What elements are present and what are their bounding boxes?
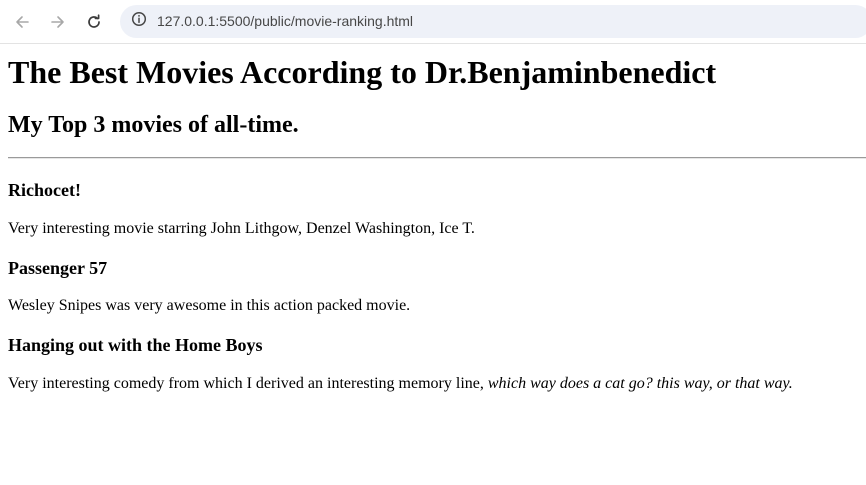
forward-button[interactable] (46, 10, 70, 34)
browser-toolbar: 127.0.0.1:5500/public/movie-ranking.html (0, 0, 866, 44)
page-title: The Best Movies According to Dr.Benjamin… (8, 54, 717, 90)
page-subtitle: My Top 3 movies of all-time. (8, 112, 299, 138)
arrow-right-icon (50, 14, 66, 30)
url-text[interactable]: 127.0.0.1:5500/public/movie-ranking.html (157, 13, 413, 30)
movie-description: Very interesting comedy from which I der… (8, 374, 793, 393)
divider (8, 157, 866, 159)
movie-description: Wesley Snipes was very awesome in this a… (8, 297, 411, 314)
back-button[interactable] (10, 10, 34, 34)
address-bar[interactable]: 127.0.0.1:5500/public/movie-ranking.html (120, 5, 866, 38)
arrow-left-icon (14, 14, 30, 30)
movie-quote: which way does a cat go? this way, or th… (487, 375, 793, 392)
movie-description-text: Very interesting comedy from which I der… (8, 375, 488, 392)
reload-icon (86, 14, 102, 30)
info-icon (131, 11, 147, 32)
site-info-button[interactable] (128, 10, 150, 32)
movie-title: Passenger 57 (8, 258, 108, 278)
movie-description: Very interesting movie starring John Lit… (8, 220, 475, 237)
page-content: The Best Movies According to Dr.Benjamin… (0, 45, 866, 485)
movie-title: Richocet! (8, 180, 81, 200)
reload-button[interactable] (82, 10, 106, 34)
movie-title: Hanging out with the Home Boys (8, 335, 263, 355)
